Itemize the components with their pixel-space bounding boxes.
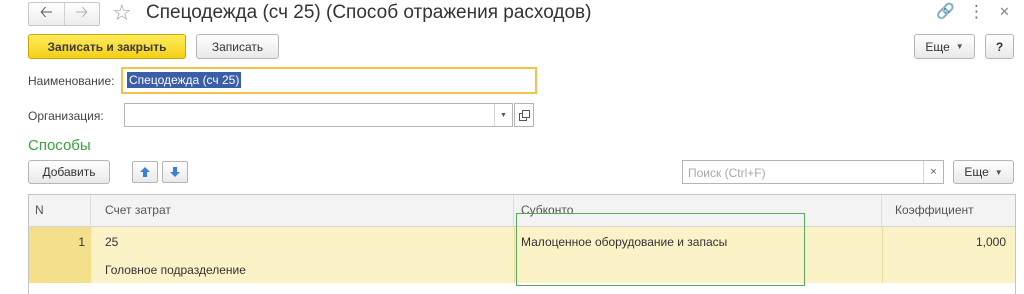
column-header-account[interactable]: Счет затрат xyxy=(91,195,514,227)
help-button[interactable]: ? xyxy=(985,34,1014,59)
link-icon[interactable]: 🔗 xyxy=(936,2,955,22)
add-label: Добавить xyxy=(42,165,96,179)
back-arrow-icon: 🡠 xyxy=(39,3,53,21)
subconto-highlight-frame xyxy=(516,213,805,286)
more-label: Еще xyxy=(925,39,950,54)
chevron-down-icon[interactable]: ▼ xyxy=(494,104,512,126)
add-button[interactable]: Добавить xyxy=(28,160,110,184)
more-vertical-icon[interactable]: ⋮ xyxy=(968,2,985,22)
name-label: Наименование: xyxy=(28,74,115,88)
help-label: ? xyxy=(995,39,1004,54)
organization-label: Организация: xyxy=(28,109,104,123)
star-icon[interactable]: ☆ xyxy=(112,0,132,26)
search-placeholder: Поиск (Ctrl+F) xyxy=(688,166,766,180)
close-icon[interactable]: ✕ xyxy=(999,2,1010,22)
forward-arrow-icon: 🡢 xyxy=(75,3,89,21)
save-button[interactable]: Записать xyxy=(196,34,279,59)
column-header-n[interactable]: N xyxy=(29,195,91,227)
table-more-button[interactable]: Еще ▼ xyxy=(953,160,1014,184)
chevron-down-icon: ▼ xyxy=(955,42,964,51)
more-button[interactable]: Еще ▼ xyxy=(914,34,975,59)
move-down-button[interactable] xyxy=(162,161,188,183)
window-title: Спецодежда (сч 25) (Способ отражения рас… xyxy=(146,2,592,23)
clear-icon[interactable]: × xyxy=(923,161,943,183)
methods-section-title: Способы xyxy=(28,137,91,154)
search-input[interactable]: Поиск (Ctrl+F) × xyxy=(682,160,944,184)
name-field[interactable]: Спецодежда (сч 25) xyxy=(121,67,537,94)
save-and-close-button[interactable]: Записать и закрыть xyxy=(28,34,186,59)
navigation-buttons: 🡠 🡢 xyxy=(28,2,100,26)
row-coefficient[interactable]: 1,000 xyxy=(882,235,1006,249)
save-and-close-label: Записать и закрыть xyxy=(47,39,167,54)
chevron-down-icon: ▼ xyxy=(994,167,1003,177)
save-label: Записать xyxy=(211,39,264,54)
forward-button[interactable]: 🡢 xyxy=(63,3,100,25)
move-up-button[interactable] xyxy=(132,161,158,183)
open-icon xyxy=(518,109,530,121)
column-header-coefficient[interactable]: Коэффициент xyxy=(882,195,1015,227)
table-more-label: Еще xyxy=(964,165,989,179)
organization-field[interactable]: ▼ xyxy=(124,103,513,127)
organization-open-button[interactable] xyxy=(514,103,534,127)
row-department[interactable]: Головное подразделение xyxy=(105,263,246,277)
name-value: Спецодежда (сч 25) xyxy=(127,72,242,88)
arrow-down-icon xyxy=(170,167,180,177)
arrow-up-icon xyxy=(140,167,150,177)
row-number: 1 xyxy=(78,235,85,249)
column-divider xyxy=(514,227,515,283)
row-account[interactable]: 25 xyxy=(105,235,118,249)
back-button[interactable]: 🡠 xyxy=(29,3,64,25)
